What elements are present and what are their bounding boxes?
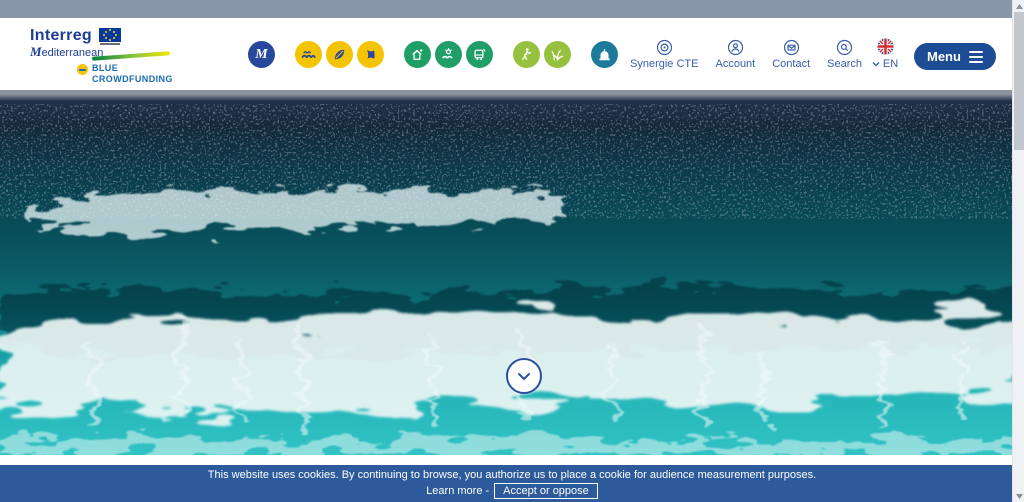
program-icon-mediterranean[interactable]: M <box>248 41 275 68</box>
ocean-wave-illustration <box>0 90 1024 455</box>
envelope-icon <box>783 39 800 56</box>
chevron-down-icon <box>872 61 880 67</box>
cookie-message: This website uses cookies. By continuing… <box>208 469 816 481</box>
project-name: BLUE CROWDFUNDING <box>92 63 173 86</box>
uk-flag-icon <box>877 38 894 55</box>
leaf-icon <box>331 46 348 63</box>
user-icon <box>727 39 744 56</box>
program-icon-waves[interactable] <box>295 41 322 68</box>
accept-or-oppose-button[interactable]: Accept or oppose <box>494 483 598 499</box>
biodiversity-icon <box>549 46 566 63</box>
chevron-down-icon <box>517 372 531 381</box>
heritage-icon <box>596 46 613 63</box>
nav-item-contact[interactable]: Contact <box>772 39 810 70</box>
site-header: Interreg Mediterranean BLUE <box>0 18 1024 90</box>
menu-button[interactable]: Menu <box>914 43 996 70</box>
learn-more-link[interactable]: Learn more - <box>426 485 489 497</box>
hiking-icon <box>518 46 535 63</box>
program-icon-transport[interactable] <box>466 41 493 68</box>
hero-sky-sliver <box>0 0 1024 18</box>
brand-text: Interreg <box>30 27 92 45</box>
cookie-banner: This website uses cookies. By continuing… <box>0 465 1024 502</box>
magnifier-icon <box>836 39 853 56</box>
program-icon-sustainable-tourism[interactable] <box>513 41 540 68</box>
language-code: EN <box>883 58 898 70</box>
program-name: Mediterranean <box>30 44 210 60</box>
green-transport-icon <box>471 46 488 63</box>
vertical-scrollbar[interactable] <box>1012 0 1024 502</box>
utility-nav: Synergie CTE Account Contact Search <box>630 39 862 70</box>
sun-waves-icon <box>440 46 457 63</box>
eu-flag-icon <box>99 28 121 45</box>
page: Interreg Mediterranean BLUE <box>0 0 1024 502</box>
scroll-down-button[interactable] <box>506 358 542 394</box>
language-selector[interactable]: EN <box>864 38 906 70</box>
program-icon-leaf[interactable] <box>326 41 353 68</box>
content-gap <box>0 455 1024 465</box>
ribbon-icon <box>362 46 379 63</box>
mediterranean-m-icon: M <box>255 48 267 62</box>
green-swoosh <box>92 51 170 60</box>
scrollbar-thumb[interactable] <box>1014 12 1024 150</box>
nav-item-search[interactable]: Search <box>827 39 862 70</box>
scrollbar-up-arrow[interactable] <box>1013 0 1024 12</box>
hero-image <box>0 90 1024 455</box>
blue-crowdfunding-dot-icon <box>77 64 88 75</box>
waves-icon <box>300 46 317 63</box>
scrollbar-down-arrow[interactable] <box>1013 490 1024 502</box>
program-icon-biodiversity[interactable] <box>544 41 571 68</box>
program-icon-efficient-buildings[interactable] <box>404 41 431 68</box>
eco-house-icon <box>409 46 426 63</box>
target-icon <box>656 39 673 56</box>
program-icon-renewable-energy[interactable] <box>435 41 462 68</box>
program-icon-urban-heritage[interactable] <box>591 41 618 68</box>
nav-item-synergie-cte[interactable]: Synergie CTE <box>630 39 698 70</box>
nav-item-account[interactable]: Account <box>715 39 755 70</box>
menu-label: Menu <box>927 49 961 64</box>
thematic-icon-row: M <box>248 41 618 68</box>
program-icon-ribbon[interactable] <box>357 41 384 68</box>
interreg-med-logo[interactable]: Interreg Mediterranean BLUE <box>30 27 210 85</box>
hamburger-icon <box>969 51 983 63</box>
